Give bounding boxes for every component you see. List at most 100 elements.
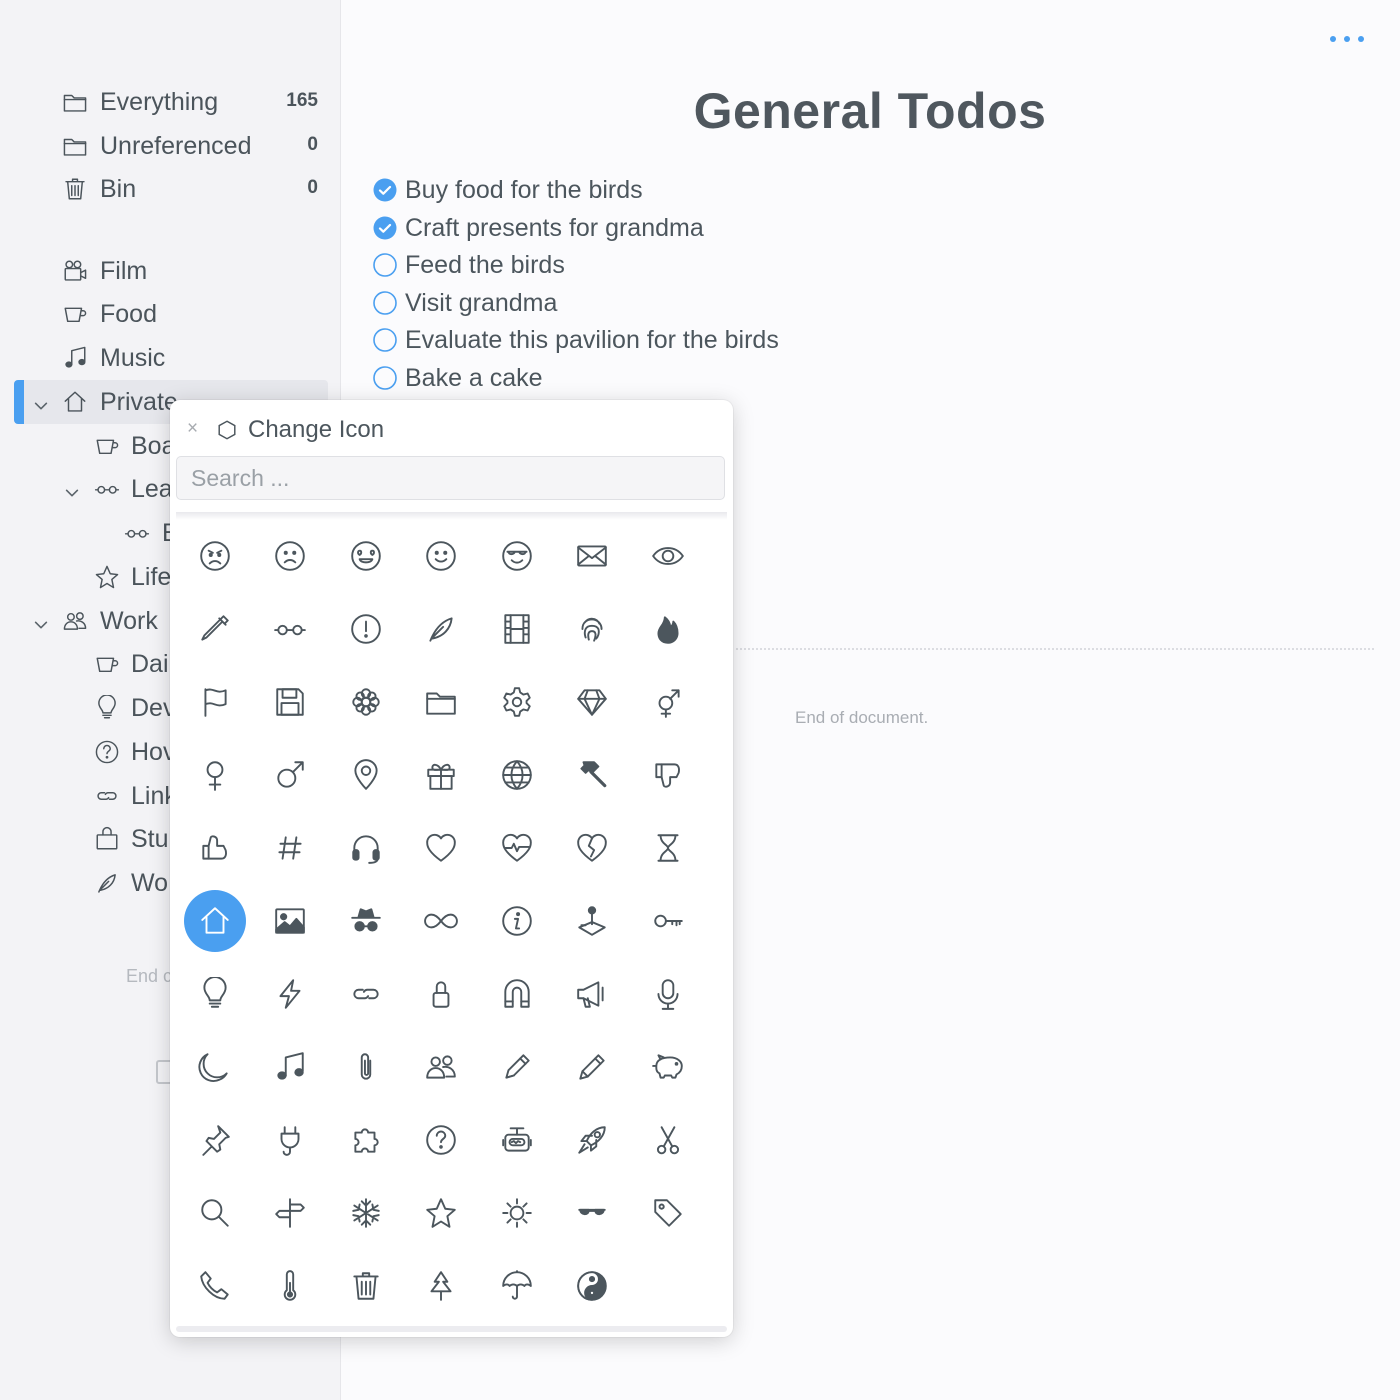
todo-item[interactable]: Visit grandma [373, 286, 557, 320]
gender-icon[interactable] [630, 665, 706, 738]
lightbulb-icon[interactable] [177, 957, 253, 1030]
megaphone-icon[interactable] [555, 957, 631, 1030]
incognito-icon[interactable] [328, 884, 404, 957]
search-icon[interactable] [177, 1176, 253, 1249]
unchecked-checkbox[interactable] [373, 366, 397, 390]
glasses-icon[interactable] [253, 592, 329, 665]
flag-icon[interactable] [177, 665, 253, 738]
icon-search-input[interactable] [176, 456, 725, 500]
microphone-icon[interactable] [630, 957, 706, 1030]
chevron-down-icon[interactable] [32, 393, 50, 411]
thumbs-down-icon[interactable] [630, 738, 706, 811]
sidebar-item-film[interactable]: Film [0, 249, 330, 293]
todo-item[interactable]: Buy food for the birds [373, 173, 643, 207]
magnet-icon[interactable] [479, 957, 555, 1030]
female-icon[interactable] [177, 738, 253, 811]
sun-icon[interactable] [479, 1176, 555, 1249]
chevron-down-icon[interactable] [63, 480, 81, 498]
todo-text[interactable]: Craft presents for grandma [405, 214, 704, 243]
star-icon[interactable] [404, 1176, 480, 1249]
hashtag-icon[interactable] [253, 811, 329, 884]
moon-icon[interactable] [177, 1030, 253, 1103]
unchecked-checkbox[interactable] [373, 328, 397, 352]
checked-checkbox[interactable] [373, 178, 397, 202]
lock-icon[interactable] [404, 957, 480, 1030]
smile-face-icon[interactable] [404, 519, 480, 592]
heart-eyes-face-icon[interactable] [328, 519, 404, 592]
close-button[interactable]: × [187, 418, 198, 440]
plug-icon[interactable] [253, 1103, 329, 1176]
unchecked-checkbox[interactable] [373, 253, 397, 277]
scissors-icon[interactable] [630, 1103, 706, 1176]
robot-icon[interactable] [479, 1103, 555, 1176]
globe-icon[interactable] [479, 738, 555, 811]
folder-icon[interactable] [404, 665, 480, 738]
todo-item[interactable]: Feed the birds [373, 248, 565, 282]
pen-icon[interactable] [479, 1030, 555, 1103]
flower-icon[interactable] [328, 665, 404, 738]
heart-icon[interactable] [404, 811, 480, 884]
todo-item[interactable]: Evaluate this pavilion for the birds [373, 323, 779, 357]
puzzle-icon[interactable] [328, 1103, 404, 1176]
tag-icon[interactable] [630, 1176, 706, 1249]
headphones-icon[interactable] [328, 811, 404, 884]
thermometer-icon[interactable] [253, 1249, 329, 1322]
people-icon[interactable] [404, 1030, 480, 1103]
sad-face-icon[interactable] [253, 519, 329, 592]
phone-icon[interactable] [177, 1249, 253, 1322]
sidebar-item-bin[interactable]: Bin 0 [0, 167, 330, 211]
rocket-icon[interactable] [555, 1103, 631, 1176]
todo-text[interactable]: Visit grandma [405, 289, 557, 318]
diamond-icon[interactable] [555, 665, 631, 738]
male-icon[interactable] [253, 738, 329, 811]
exclamation-circle-icon[interactable] [328, 592, 404, 665]
infinity-icon[interactable] [404, 884, 480, 957]
music-note-icon[interactable] [253, 1030, 329, 1103]
sunglasses-icon[interactable] [555, 1176, 631, 1249]
sidebar-item-everything[interactable]: Everything 165 [0, 80, 330, 124]
heartbeat-icon[interactable] [479, 811, 555, 884]
document-title[interactable]: General Todos [560, 82, 1180, 140]
todo-item[interactable]: Bake a cake [373, 361, 543, 395]
trash-icon[interactable] [328, 1249, 404, 1322]
fire-icon[interactable] [630, 592, 706, 665]
hammer-icon[interactable] [555, 738, 631, 811]
gift-icon[interactable] [404, 738, 480, 811]
umbrella-icon[interactable] [479, 1249, 555, 1322]
more-options-button[interactable] [1330, 28, 1364, 50]
todo-text[interactable]: Buy food for the birds [405, 176, 643, 205]
key-icon[interactable] [630, 884, 706, 957]
envelope-icon[interactable] [555, 519, 631, 592]
fingerprint-icon[interactable] [555, 592, 631, 665]
image-icon[interactable] [253, 884, 329, 957]
gear-icon[interactable] [479, 665, 555, 738]
angry-face-icon[interactable] [177, 519, 253, 592]
unchecked-checkbox[interactable] [373, 291, 397, 315]
broken-heart-icon[interactable] [555, 811, 631, 884]
sidebar-item-unreferenced[interactable]: Unreferenced 0 [0, 124, 330, 168]
yin-yang-icon[interactable] [555, 1249, 631, 1322]
todo-item[interactable]: Craft presents for grandma [373, 211, 704, 245]
chevron-down-icon[interactable] [32, 612, 50, 630]
question-icon[interactable] [404, 1103, 480, 1176]
hourglass-icon[interactable] [630, 811, 706, 884]
floppy-disk-icon[interactable] [253, 665, 329, 738]
piggy-bank-icon[interactable] [630, 1030, 706, 1103]
checked-checkbox[interactable] [373, 216, 397, 240]
pipette-icon[interactable] [177, 592, 253, 665]
thumbs-up-icon[interactable] [177, 811, 253, 884]
map-pin-icon[interactable] [328, 738, 404, 811]
film-strip-icon[interactable] [479, 592, 555, 665]
sidebar-item-food[interactable]: Food [0, 292, 330, 336]
lightning-icon[interactable] [253, 957, 329, 1030]
sunglasses-face-icon[interactable] [479, 519, 555, 592]
snowflake-icon[interactable] [328, 1176, 404, 1249]
joystick-icon[interactable] [555, 884, 631, 957]
todo-text[interactable]: Feed the birds [405, 251, 565, 280]
tree-icon[interactable] [404, 1249, 480, 1322]
feather-icon[interactable] [404, 592, 480, 665]
sidebar-item-music[interactable]: Music [0, 336, 330, 380]
pin-icon[interactable] [177, 1103, 253, 1176]
link-icon[interactable] [328, 957, 404, 1030]
eye-icon[interactable] [630, 519, 706, 592]
